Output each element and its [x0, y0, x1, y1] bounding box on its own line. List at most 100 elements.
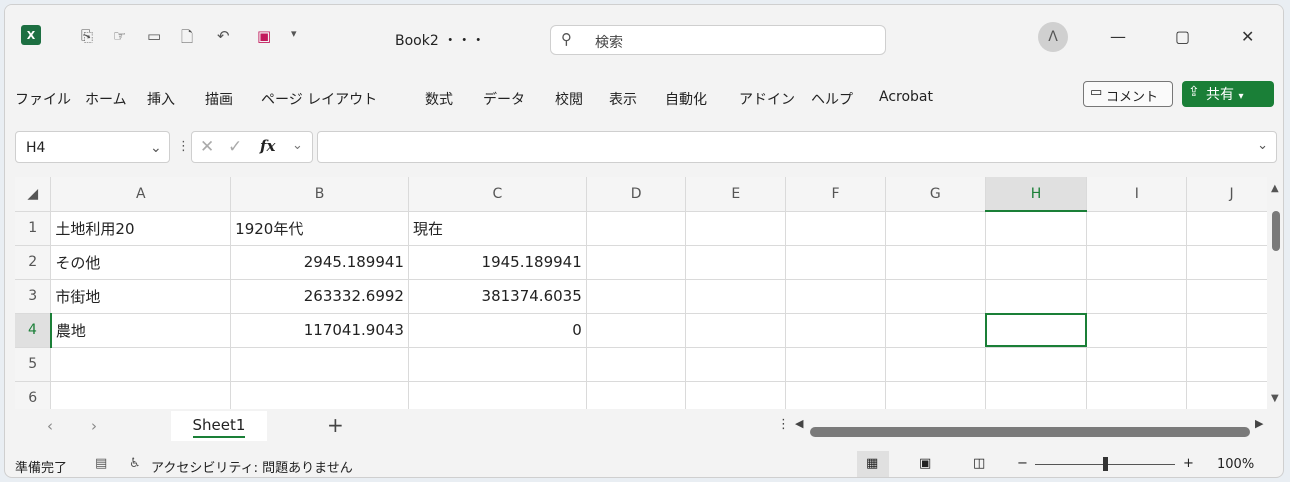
tab-home[interactable]: ホーム — [85, 89, 127, 109]
cell[interactable]: 1920年代 — [230, 211, 409, 246]
cell[interactable] — [885, 381, 986, 409]
cell[interactable]: 2945.189941 — [230, 245, 409, 280]
column-header-c[interactable]: C — [408, 177, 587, 212]
cell[interactable] — [408, 347, 587, 382]
cell[interactable] — [586, 313, 687, 348]
column-header-e[interactable]: E — [685, 177, 787, 212]
name-box[interactable]: H4 ⌄ — [15, 131, 170, 163]
more-options-icon[interactable]: ⋮ — [177, 139, 190, 154]
cell[interactable] — [1086, 381, 1188, 409]
cell[interactable]: 0 — [408, 313, 587, 348]
print-preview-icon[interactable]: 🗋 — [181, 27, 193, 52]
vertical-scroll-thumb[interactable] — [1272, 211, 1280, 251]
page-layout-view-icon[interactable]: ▣ — [919, 456, 931, 471]
tab-acrobat[interactable]: Acrobat — [879, 89, 933, 105]
cell[interactable] — [885, 313, 986, 348]
row-header[interactable]: 5 — [15, 347, 52, 382]
cell[interactable] — [985, 245, 1088, 280]
touch-mode-icon[interactable]: ☞ — [113, 27, 126, 45]
accessibility-status[interactable]: アクセシビリティ: 問題ありません — [151, 457, 353, 476]
tab-data[interactable]: データ — [483, 89, 525, 109]
cell[interactable] — [685, 211, 787, 246]
row-header[interactable]: 4 — [15, 313, 52, 348]
prev-sheet-icon[interactable]: ‹ — [47, 417, 53, 435]
tab-insert[interactable]: 挿入 — [147, 89, 175, 109]
tab-view[interactable]: 表示 — [609, 89, 637, 109]
insert-function-icon[interactable]: fx — [260, 137, 275, 155]
comment-button[interactable]: ▭ コメント — [1083, 81, 1173, 107]
column-header-i[interactable]: I — [1086, 177, 1188, 212]
cell[interactable] — [1186, 347, 1277, 382]
select-all-corner[interactable]: ◢ — [15, 177, 52, 212]
cell[interactable] — [1086, 313, 1188, 348]
cell[interactable] — [685, 347, 787, 382]
open-folder-icon[interactable]: ▭ — [147, 27, 161, 45]
cell[interactable]: 土地利用20 — [50, 211, 232, 246]
tab-addins[interactable]: アドイン — [739, 89, 795, 109]
cell[interactable] — [985, 347, 1088, 382]
cell[interactable] — [885, 279, 986, 314]
zoom-in-button[interactable]: + — [1183, 456, 1194, 471]
scroll-up-icon[interactable]: ▲ — [1271, 183, 1279, 194]
cell[interactable] — [685, 245, 787, 280]
row-header[interactable]: 1 — [15, 211, 52, 246]
row-header[interactable]: 6 — [15, 381, 52, 409]
cell[interactable] — [586, 245, 687, 280]
zoom-level[interactable]: 100% — [1217, 457, 1254, 472]
enter-icon[interactable]: ✓ — [228, 137, 242, 157]
account-avatar-icon[interactable]: ᐱ — [1038, 22, 1068, 52]
cell[interactable] — [1086, 347, 1188, 382]
cell[interactable]: 現在 — [408, 211, 587, 246]
paste-icon[interactable]: ⎘ — [81, 27, 93, 45]
column-header-j[interactable]: J — [1186, 177, 1277, 212]
quick-access-customize-icon[interactable]: ▾ — [291, 27, 297, 40]
page-break-preview-icon[interactable]: ◫ — [973, 456, 985, 471]
tab-file[interactable]: ファイル — [15, 89, 71, 109]
vertical-scrollbar[interactable]: ▲ ▼ — [1267, 177, 1283, 409]
search-box[interactable]: ⚲ 検索 — [550, 25, 886, 55]
undo-icon[interactable]: ↶ — [217, 27, 230, 45]
scroll-down-icon[interactable]: ▼ — [1271, 393, 1279, 404]
more-options-icon[interactable]: ⋮ — [777, 417, 790, 432]
cell[interactable] — [1086, 279, 1188, 314]
cell[interactable] — [1186, 381, 1277, 409]
cell[interactable] — [408, 381, 587, 409]
cell[interactable] — [586, 347, 687, 382]
cell[interactable]: その他 — [50, 245, 232, 280]
cell[interactable] — [1186, 211, 1277, 246]
cell[interactable]: 1945.189941 — [408, 245, 587, 280]
cell[interactable] — [50, 381, 232, 409]
column-header-a[interactable]: A — [50, 177, 232, 212]
scroll-left-icon[interactable]: ◀ — [795, 417, 803, 430]
cell[interactable] — [586, 211, 687, 246]
cell[interactable]: 117041.9043 — [230, 313, 409, 348]
chevron-down-icon[interactable]: ⌄ — [292, 138, 303, 153]
cell[interactable] — [685, 313, 787, 348]
maximize-icon[interactable]: ▢ — [1175, 27, 1190, 46]
sheet-tab-sheet1[interactable]: Sheet1 — [171, 411, 267, 441]
zoom-out-button[interactable]: − — [1017, 456, 1028, 471]
name-box-dropdown-icon[interactable]: ⌄ — [150, 140, 162, 156]
cell[interactable] — [885, 245, 986, 280]
spreadsheet-grid[interactable]: ◢ A B C D E F G H I J 1 土地利用20 1920年代 現在… — [15, 177, 1277, 409]
cell[interactable]: 農地 — [50, 313, 232, 348]
tab-formulas[interactable]: 数式 — [425, 89, 453, 109]
tab-draw[interactable]: 描画 — [205, 89, 233, 109]
column-header-h[interactable]: H — [985, 177, 1088, 212]
cell[interactable] — [1086, 211, 1188, 246]
scroll-right-icon[interactable]: ▶ — [1255, 417, 1263, 430]
accessibility-icon[interactable]: ♿ — [129, 456, 141, 471]
cell[interactable] — [1086, 245, 1188, 280]
cell[interactable] — [885, 347, 986, 382]
tab-help[interactable]: ヘルプ — [811, 89, 853, 109]
cell[interactable] — [1186, 313, 1277, 348]
cancel-icon[interactable]: ✕ — [200, 137, 214, 157]
cell[interactable] — [885, 211, 986, 246]
active-cell-h4[interactable] — [985, 313, 1088, 348]
document-title[interactable]: Book2 ・・・ — [395, 30, 485, 50]
macro-record-icon[interactable]: ▤ — [95, 456, 107, 471]
close-icon[interactable]: ✕ — [1241, 27, 1254, 46]
formula-input[interactable]: ⌄ — [317, 131, 1277, 163]
cell[interactable] — [1186, 245, 1277, 280]
cell[interactable] — [1186, 279, 1277, 314]
